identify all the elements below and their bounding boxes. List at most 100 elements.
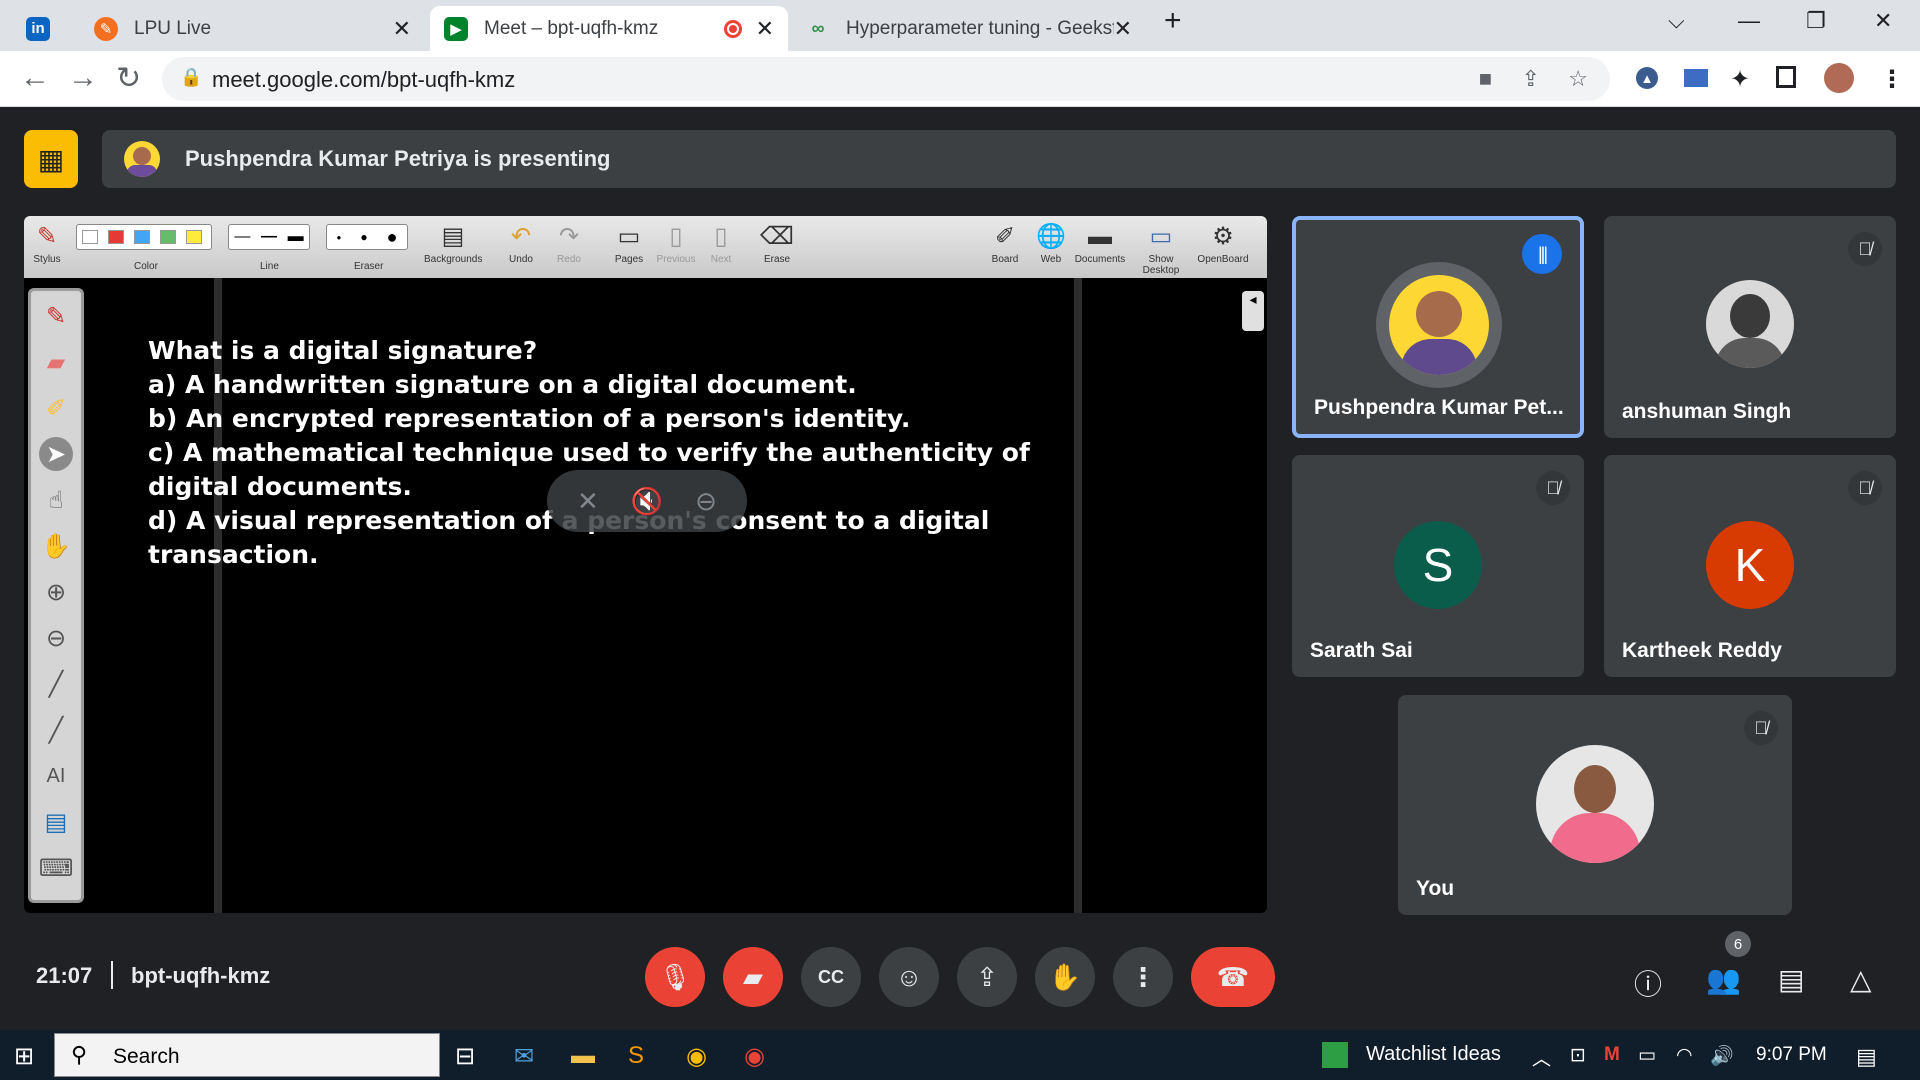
file-explorer-icon[interactable]: ▬ xyxy=(571,1042,595,1070)
extension-screen-icon[interactable] xyxy=(1684,69,1708,87)
windows-start-icon[interactable]: ⊞ xyxy=(14,1042,34,1071)
sublime-text-icon[interactable]: S xyxy=(628,1042,644,1070)
volume-icon[interactable]: 🔊 xyxy=(1710,1044,1734,1068)
eraser-icon[interactable]: ▰ xyxy=(39,345,73,379)
mail-icon[interactable]: ✉ xyxy=(514,1042,534,1071)
pages-tool[interactable]: ▭ Pages xyxy=(612,220,646,265)
pen-icon[interactable]: ✎ xyxy=(39,299,73,333)
people-icon[interactable]: 👥 xyxy=(1706,963,1741,996)
line-icon[interactable]: ╱ xyxy=(39,713,73,747)
erase-tool[interactable]: ⌫ Erase xyxy=(760,220,794,265)
profile-avatar[interactable] xyxy=(1824,63,1854,93)
reload-icon[interactable]: ↻ xyxy=(116,61,141,96)
share-icon[interactable]: ⇪ xyxy=(1522,66,1540,92)
presenter-avatar xyxy=(1376,262,1502,388)
battery-icon[interactable]: ▭ xyxy=(1638,1044,1656,1067)
color-palette[interactable] xyxy=(76,224,212,250)
lock-icon[interactable]: 🔒 xyxy=(180,67,202,88)
recording-icon xyxy=(724,19,742,38)
wifi-icon[interactable]: ◠ xyxy=(1676,1044,1693,1067)
undo-tool[interactable]: ↶ Undo xyxy=(506,220,536,265)
chrome-profile-icon[interactable]: ◉ xyxy=(744,1042,765,1071)
close-tab-icon[interactable]: ✕ xyxy=(393,16,411,42)
tray-expand-icon[interactable]: ︿ xyxy=(1532,1044,1551,1071)
captions-button[interactable]: CC xyxy=(801,947,861,1007)
close-tab-icon[interactable]: ✕ xyxy=(756,16,774,42)
reactions-button[interactable]: ☺ xyxy=(879,947,939,1007)
taskbar-clock[interactable]: 9:07 PM xyxy=(1756,1044,1827,1066)
gmail-icon[interactable]: M xyxy=(1604,1044,1620,1066)
tab-meet[interactable]: ▶ Meet – bpt-uqfh-kmz ✕ xyxy=(430,6,788,51)
stylus-tool[interactable]: ✎ Stylus xyxy=(30,220,64,265)
raise-hand-button[interactable]: ✋ xyxy=(1035,947,1095,1007)
taskbar-search-box[interactable]: ⚲ Search xyxy=(54,1033,440,1077)
omnibox[interactable]: 🔒 meet.google.com/bpt-uqfh-kmz ■ ⇪ ☆ xyxy=(162,57,1610,101)
meet-tray-icon[interactable]: ⊡ xyxy=(1570,1044,1586,1067)
remove-icon[interactable]: ⊖ xyxy=(695,486,717,517)
stop-presenting-icon[interactable]: ▦ xyxy=(24,130,78,188)
minimize-button[interactable]: — xyxy=(1738,8,1760,34)
pointer-icon[interactable]: ➤ xyxy=(39,437,73,471)
task-view-icon[interactable]: ⊟ xyxy=(455,1042,475,1071)
participant-tile[interactable]: 🎙̸ anshuman Singh xyxy=(1604,216,1896,438)
zoom-in-icon[interactable]: ⊕ xyxy=(39,575,73,609)
zoom-out-icon[interactable]: ⊖ xyxy=(39,621,73,655)
hand-icon[interactable]: ✋ xyxy=(39,529,73,563)
board-tool[interactable]: ✐ Board xyxy=(988,220,1022,265)
laser-icon[interactable]: ╱ xyxy=(39,667,73,701)
web-tool[interactable]: 🌐 Web xyxy=(1034,220,1068,265)
close-window-button[interactable]: ✕ xyxy=(1874,8,1892,34)
new-tab-button[interactable]: + xyxy=(1164,4,1182,38)
tab-lpu-live[interactable]: ✎ LPU Live ✕ xyxy=(80,6,425,51)
side-panel-icon[interactable] xyxy=(1776,66,1796,88)
present-button[interactable]: ⇪ xyxy=(957,947,1017,1007)
capture-icon[interactable]: ▤ xyxy=(39,805,73,839)
previous-tool[interactable]: ▯ Previous xyxy=(654,220,698,265)
next-tool[interactable]: ▯ Next xyxy=(706,220,736,265)
marker-icon[interactable]: ✐ xyxy=(39,391,73,425)
leave-call-button[interactable]: ☎ xyxy=(1191,947,1275,1007)
menu-dots-icon[interactable]: ⋮ xyxy=(1880,65,1904,94)
meeting-time: 21:07 xyxy=(36,963,93,988)
forward-arrow-icon[interactable]: → xyxy=(68,61,98,95)
participant-tile-self[interactable]: 🎙̸ You xyxy=(1398,695,1792,915)
tab-search-chevron-icon[interactable]: ⌵ xyxy=(1668,8,1685,34)
chrome-icon[interactable]: ◉ xyxy=(686,1042,707,1071)
keyboard-icon[interactable]: ⌨ xyxy=(39,851,74,885)
eraser-size-selector[interactable]: ● ● ● xyxy=(326,224,408,250)
camera-icon[interactable]: ■ xyxy=(1479,66,1492,92)
redo-tool[interactable]: ↷ Redo xyxy=(554,220,584,265)
watchlist-icon[interactable] xyxy=(1322,1042,1348,1068)
participant-tile[interactable]: K 🎙̸ Kartheek Reddy xyxy=(1604,455,1896,677)
show-desktop-tool[interactable]: ▭ Show Desktop xyxy=(1130,220,1192,276)
mute-audio-icon[interactable]: 🔇 xyxy=(631,486,663,517)
close-tab-icon[interactable]: ✕ xyxy=(1114,16,1132,42)
chat-icon[interactable]: ▤ xyxy=(1778,963,1804,996)
emoji-icon: ☺ xyxy=(895,961,923,992)
tab-geeksforgeeks[interactable]: ∞ Hyperparameter tuning - Geeksfc ✕ xyxy=(792,6,1146,51)
camera-toggle-button[interactable]: ▰ xyxy=(723,947,783,1007)
page-thumbnails-toggle[interactable]: ◂ xyxy=(1242,291,1264,331)
url-text[interactable]: meet.google.com/bpt-uqfh-kmz xyxy=(212,67,515,93)
tab-linkedin[interactable]: in xyxy=(14,6,68,51)
unpin-icon[interactable]: ✕ xyxy=(577,486,599,517)
line-width-selector[interactable]: — — ▬ xyxy=(228,224,310,250)
documents-tool[interactable]: ▬ Documents xyxy=(1074,220,1126,265)
extension-cursor-icon[interactable]: ▲ xyxy=(1636,67,1658,89)
extensions-puzzle-icon[interactable]: ✦ xyxy=(1730,65,1750,94)
restore-button[interactable]: ❐ xyxy=(1806,8,1826,34)
participant-tile-presenter[interactable]: ||| Pushpendra Kumar Pet... xyxy=(1292,216,1584,438)
more-options-button[interactable]: ⋮ xyxy=(1113,947,1173,1007)
activities-icon[interactable]: △ xyxy=(1850,963,1872,996)
bookmark-star-icon[interactable]: ☆ xyxy=(1568,66,1588,92)
meeting-info-icon[interactable]: ⓘ xyxy=(1634,963,1662,1003)
mic-toggle-button[interactable]: 🎙 xyxy=(645,947,705,1007)
watchlist-text[interactable]: Watchlist Ideas xyxy=(1366,1043,1501,1066)
participant-tile[interactable]: S 🎙̸ Sarath Sai xyxy=(1292,455,1584,677)
openboard-settings-tool[interactable]: ⚙ OpenBoard xyxy=(1196,220,1250,265)
back-arrow-icon[interactable]: ← xyxy=(20,61,50,95)
backgrounds-tool[interactable]: ▤ Backgrounds xyxy=(424,220,482,265)
laser-pointer-icon[interactable]: ☝ xyxy=(39,483,73,517)
text-icon[interactable]: AI xyxy=(39,759,73,793)
notifications-icon[interactable]: ▤ xyxy=(1856,1044,1877,1070)
